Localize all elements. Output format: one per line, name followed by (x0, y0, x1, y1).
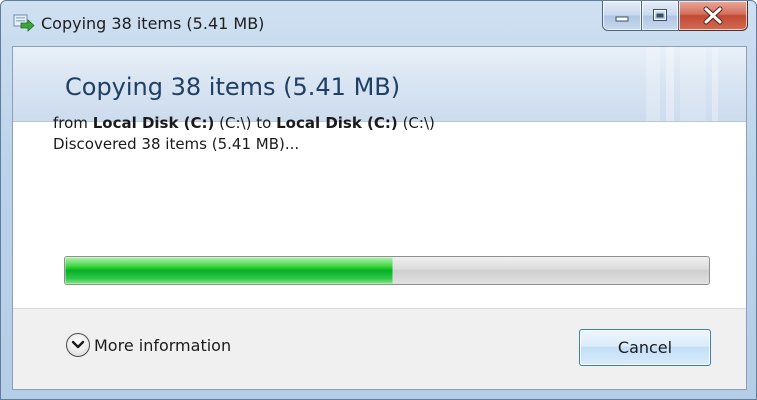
to-word: to (256, 114, 272, 132)
close-icon (703, 6, 723, 25)
window-title: Copying 38 items (5.41 MB) (41, 14, 265, 33)
chevron-down-circle-icon[interactable] (66, 333, 90, 357)
cancel-button[interactable]: Cancel (579, 329, 711, 366)
page-title: Copying 38 items (5.41 MB) (65, 73, 401, 101)
more-information-toggle[interactable]: More information (66, 332, 231, 358)
dialog-footer: More information Cancel (13, 308, 746, 389)
maximize-icon (653, 9, 667, 21)
from-prefix: from (53, 114, 88, 132)
progress-bar-fill (65, 257, 394, 284)
minimize-icon (615, 16, 629, 22)
copy-arrow-icon (13, 12, 35, 34)
maximize-button[interactable] (642, 1, 679, 31)
decorative-glass-graphic (646, 47, 718, 121)
transfer-details: from Local Disk (C:) (C:\) to Local Disk… (53, 113, 703, 155)
close-button[interactable] (679, 1, 748, 31)
minimize-button[interactable] (602, 1, 642, 31)
dialog-content-panel: Copying 38 items (5.41 MB) More informat… (12, 46, 747, 390)
more-information-label[interactable]: More information (94, 336, 231, 355)
copy-dialog-window: Copying 38 items (5.41 MB) Copying 38 it… (0, 0, 757, 400)
status-text: Discovered 38 items (5.41 MB)... (53, 135, 300, 153)
destination-name: Local Disk (C:) (276, 114, 398, 132)
header-band: Copying 38 items (5.41 MB) (13, 47, 746, 122)
source-path: (C:\) (219, 114, 252, 132)
destination-path: (C:\) (402, 114, 435, 132)
transfer-route-line: from Local Disk (C:) (C:\) to Local Disk… (53, 113, 703, 134)
title-bar[interactable]: Copying 38 items (5.41 MB) (1, 1, 756, 47)
caption-buttons (602, 1, 748, 31)
progress-bar (64, 256, 710, 285)
source-name: Local Disk (C:) (92, 114, 215, 132)
